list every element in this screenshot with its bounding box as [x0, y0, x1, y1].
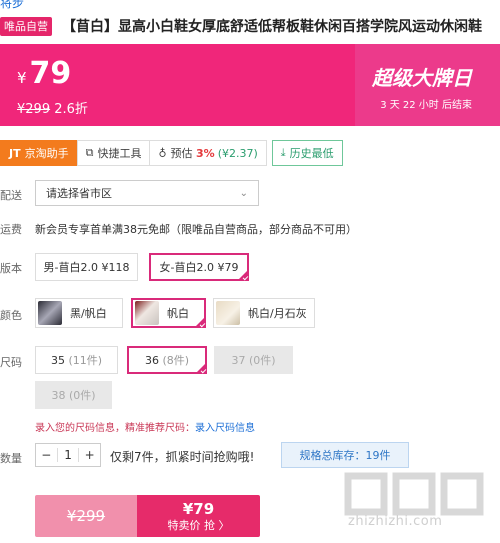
color-option-white[interactable]: 帆白: [131, 298, 206, 328]
size-stock-count: (0件): [68, 389, 96, 402]
plus-button[interactable]: +: [79, 448, 100, 462]
jt-logo-icon: JT: [9, 146, 21, 160]
size-option-37: 37 (0件): [214, 346, 293, 374]
shipping-text: 新会员专享首单满38元免邮（限唯品自营商品，部分商品不可用）: [35, 223, 357, 236]
quantity-stepper: − 1 +: [35, 443, 101, 467]
enter-size-link[interactable]: 录入尺码信息: [195, 423, 255, 434]
shoe-thumbnail: [38, 301, 62, 325]
sale-event-title: 超级大牌日: [372, 66, 472, 90]
currency-symbol: ¥: [17, 69, 27, 87]
size-tip: 录入您的尺码信息，精准推荐尺码：录入尺码信息: [35, 419, 255, 434]
size-stock-count: (0件): [248, 354, 276, 367]
estimate-percent: 3%: [196, 146, 215, 160]
watermark-logo: zhizhizhi.com: [340, 470, 495, 540]
original-price: ¥299: [17, 102, 51, 117]
history-low-label: 历史最低: [289, 147, 334, 160]
buy-button-group: ¥299 ¥79 特卖价 抢 〉: [35, 495, 260, 537]
shipping-label: 运费: [0, 223, 22, 236]
size-label: 尺码: [0, 356, 22, 369]
region-select[interactable]: 请选择省市区 ⌄: [35, 180, 259, 206]
buy-now-button[interactable]: ¥79 特卖价 抢 〉: [137, 495, 260, 537]
original-price-button[interactable]: ¥299: [35, 495, 137, 537]
quick-tools-label: 快捷工具: [97, 147, 142, 160]
color-label: 颜色: [0, 309, 22, 322]
size-value: 38: [51, 388, 66, 402]
color-option-label: 黑/帆白: [70, 307, 107, 320]
estimate-amount: (¥2.37): [217, 146, 258, 160]
current-price: ¥ 79: [17, 56, 71, 91]
size-tip-text: 录入您的尺码信息，精准推荐尺码：: [35, 423, 195, 434]
title-row: 唯品自营 【苜白】显高小白鞋女厚底舒适低帮板鞋休闲百搭学院风运动休闲鞋: [0, 14, 500, 38]
version-option-female[interactable]: 女-苜白2.0 ¥79: [149, 253, 249, 281]
price-value: 79: [29, 56, 72, 91]
estimate-label: 预估: [170, 147, 193, 160]
jt-assistant-button[interactable]: JT 京淘助手: [0, 140, 78, 166]
quantity-label: 数量: [0, 452, 22, 465]
history-low-button[interactable]: ⤓ 历史最低: [271, 140, 343, 166]
shoe-thumbnail: [135, 301, 159, 325]
version-option-label: 男-苜白2.0 ¥118: [43, 261, 130, 274]
version-label: 版本: [0, 262, 22, 275]
estimate-rebate-button[interactable]: ♁ 预估 3% (¥2.37): [149, 140, 267, 166]
copy-icon: ⧉: [85, 146, 94, 159]
size-option-35[interactable]: 35 (11件): [35, 346, 118, 374]
money-bag-icon: ♁: [158, 146, 167, 160]
sale-countdown: 3 天 22 小时 后结束: [380, 100, 472, 111]
price-banner: ¥ 79 ¥299 2.6折 超级大牌日 3 天 22 小时 后结束: [0, 44, 500, 126]
size-value: 35: [50, 353, 65, 367]
buy-price: ¥79: [182, 499, 215, 518]
jt-assistant-label: 京淘助手: [24, 147, 69, 160]
watermark-glyphs-icon: [344, 472, 484, 516]
minus-button[interactable]: −: [36, 448, 57, 462]
version-option-male[interactable]: 男-苜白2.0 ¥118: [35, 253, 138, 281]
size-option-36[interactable]: 36 (8件): [127, 346, 207, 374]
product-title: 【苜白】显高小白鞋女厚底舒适低帮板鞋休闲百搭学院风运动休闲鞋: [62, 19, 482, 35]
quick-tools-button[interactable]: ⧉ 快捷工具: [76, 140, 151, 166]
size-option-38: 38 (0件): [35, 381, 112, 409]
color-option-label: 帆白: [167, 307, 189, 320]
tool-bar: JT 京淘助手 ⧉ 快捷工具 ♁ 预估 3% (¥2.37) ⤓ 历史最低: [0, 140, 343, 166]
download-arrow-icon: ⤓: [280, 146, 286, 159]
watermark-text: zhizhizhi.com: [348, 514, 443, 529]
size-stock-count: (8件): [162, 354, 190, 367]
shoe-thumbnail: [216, 301, 240, 325]
color-option-white-grey[interactable]: 帆白/月石灰: [213, 298, 315, 328]
size-value: 37: [231, 353, 246, 367]
color-option-black-white[interactable]: 黑/帆白: [35, 298, 123, 328]
color-option-label: 帆白/月石灰: [248, 307, 307, 320]
self-operated-badge: 唯品自营: [0, 16, 52, 36]
chevron-down-icon: ⌄: [239, 187, 248, 199]
buy-action-label: 特卖价 抢 〉: [167, 518, 230, 532]
selected-check-icon: [195, 362, 207, 374]
quantity-input[interactable]: 1: [56, 448, 80, 462]
region-select-text: 请选择省市区: [46, 187, 112, 200]
stock-total-badge: 规格总库存：19件: [281, 442, 409, 468]
discount-text: 2.6折: [54, 102, 88, 117]
price-sub: ¥299 2.6折: [17, 98, 88, 117]
top-link[interactable]: 将步: [0, 0, 24, 11]
selected-check-icon: [237, 269, 249, 281]
version-option-label: 女-苜白2.0 ¥79: [159, 261, 239, 274]
stock-warning: 仅剩7件，抓紧时间抢购哦!: [110, 450, 255, 464]
size-value: 36: [144, 353, 159, 367]
delivery-label: 配送: [0, 189, 22, 202]
size-stock-count: (11件): [68, 354, 103, 367]
selected-check-icon: [194, 316, 206, 328]
